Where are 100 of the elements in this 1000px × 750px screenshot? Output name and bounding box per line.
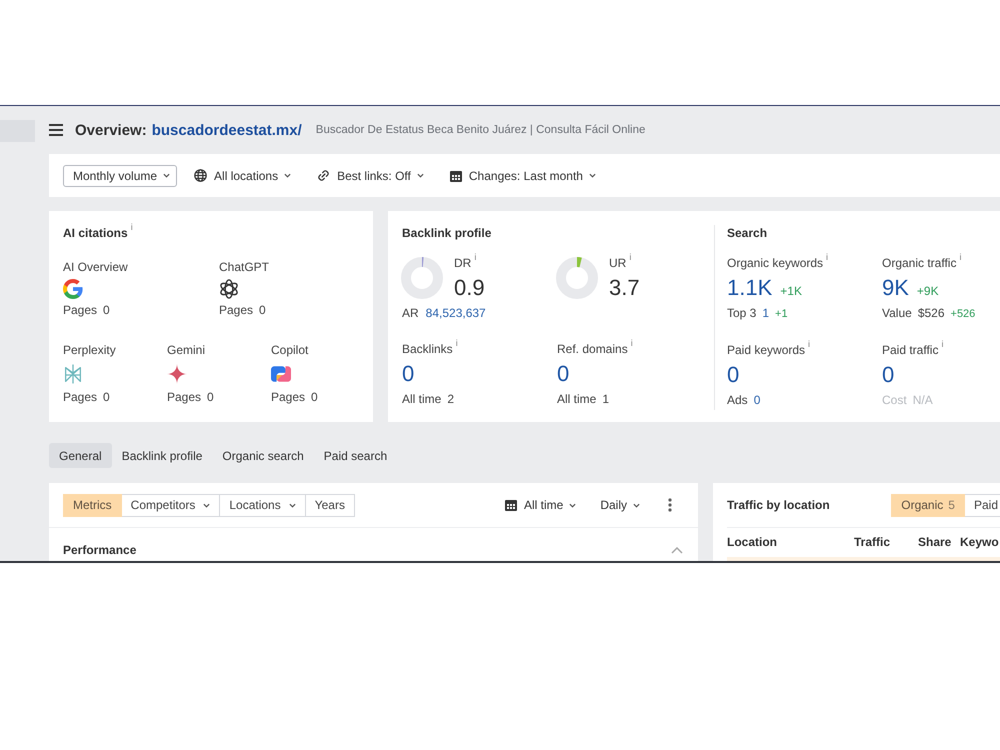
period-dropdown[interactable]: Daily <box>592 494 648 516</box>
chevron-down-icon <box>569 502 576 508</box>
calendar-icon <box>450 170 462 182</box>
lattice-icon <box>63 364 83 384</box>
sub-label: All time <box>557 391 596 407</box>
info-mark: i <box>941 340 944 349</box>
source-name: AI Overview <box>63 259 128 275</box>
ar-label: AR <box>402 305 419 321</box>
metric-value: 3.7 <box>609 275 640 301</box>
sparkle-icon <box>167 364 187 384</box>
column-header: Share <box>918 534 952 550</box>
tab[interactable]: General <box>49 443 112 468</box>
column-header: Traffic <box>854 534 892 550</box>
rating-ring-drawing <box>401 257 443 299</box>
column-header: Keywo <box>960 534 1000 550</box>
column-header: Location <box>727 534 778 550</box>
sub-value[interactable]: 0 <box>754 392 760 408</box>
tab[interactable]: Paid search <box>314 443 398 468</box>
period-dropdown[interactable]: All time <box>496 494 584 516</box>
metric-label: UR <box>609 255 626 271</box>
sub-label: Cost <box>882 392 907 408</box>
section-title: Performance <box>63 542 136 558</box>
metric-label: Backlinks <box>402 341 453 357</box>
info-mark: i <box>826 253 828 262</box>
sub-change: +1 <box>775 307 788 322</box>
segment-tab[interactable]: Metrics <box>63 494 122 516</box>
sub-change: +526 <box>950 307 976 322</box>
card-title: AI citations <box>63 225 128 241</box>
tab[interactable]: Backlink profile <box>112 443 212 468</box>
filter-dropdown[interactable]: Best links: Off <box>308 164 433 186</box>
menu-icon[interactable] <box>49 124 63 136</box>
pages-count: 0 <box>259 302 266 318</box>
pages-count: 0 <box>103 302 110 318</box>
metric-value[interactable]: 0 <box>882 362 894 388</box>
sub-value: 1 <box>602 391 610 407</box>
rating-ring-drawing <box>556 257 598 299</box>
segment-tab[interactable]: Paid <box>964 494 1000 516</box>
metric-label: Organic keywords <box>727 255 824 271</box>
info-mark: i <box>130 223 133 232</box>
metric-label: Paid traffic <box>882 342 938 358</box>
metric-value[interactable]: 0 <box>402 361 414 387</box>
pages-count: 0 <box>207 389 214 405</box>
sub-label: All time <box>402 391 442 407</box>
atom-icon <box>219 279 239 299</box>
segment-tab[interactable]: Organic 5 <box>891 494 965 516</box>
sub-label: Value <box>882 305 912 321</box>
pages-count: 0 <box>103 389 110 405</box>
sub-value: $526 <box>918 305 945 321</box>
sub-value[interactable]: 1 <box>762 305 770 321</box>
segment-tab[interactable]: Years <box>304 494 355 516</box>
more-options-icon[interactable] <box>668 498 672 512</box>
metric-label: Paid keywords <box>727 342 806 358</box>
pages-count: 0 <box>311 389 318 405</box>
info-mark: i <box>808 340 810 349</box>
filter-dropdown[interactable]: Changes: Last month <box>440 164 605 186</box>
info-mark: i <box>959 253 962 262</box>
filter-dropdown[interactable]: Monthly volume <box>63 164 178 186</box>
sub-value: N/A <box>912 392 933 408</box>
metric-value[interactable]: 0 <box>557 361 570 387</box>
metric-label: DR <box>454 255 472 271</box>
section-title: Traffic by location <box>727 497 830 513</box>
chevron-down-icon <box>203 502 210 508</box>
ar-value[interactable]: 84,523,637 <box>426 305 486 321</box>
tab[interactable]: Organic search <box>212 443 314 468</box>
metric-change: +1K <box>780 284 802 298</box>
chevron-down-icon <box>288 502 296 508</box>
source-name: ChatGPT <box>219 259 270 275</box>
section-title: Backlink profile <box>402 225 492 241</box>
ribbon-icon <box>271 364 291 384</box>
section-title: Search <box>727 225 768 241</box>
pages-label: Pages <box>271 389 306 405</box>
source-name: Perplexity <box>63 342 116 358</box>
domain-link[interactable]: buscadordeestat.mx/ <box>152 122 302 138</box>
metric-value[interactable]: 9K <box>882 275 909 301</box>
metric-value[interactable]: 0 <box>727 362 740 388</box>
link-icon <box>317 169 330 182</box>
page-subtitle: Buscador De Estatus Beca Benito Juárez | Consulta Fácil Online <box>316 124 646 136</box>
metric-label: Ref. domains <box>557 341 628 357</box>
sub-value: 2 <box>447 391 454 407</box>
sub-label: Top 3 <box>727 305 756 321</box>
source-name: Copilot <box>271 342 308 358</box>
g-logo-icon <box>63 279 83 299</box>
pages-label: Pages <box>63 389 98 405</box>
segment-tab[interactable]: Competitors <box>120 494 220 516</box>
source-name: Gemini <box>167 342 206 358</box>
chevron-down-icon <box>633 502 640 508</box>
pages-label: Pages <box>219 302 254 318</box>
page-title: Overview: <box>75 122 147 138</box>
pages-label: Pages <box>167 389 202 405</box>
sub-label: Ads <box>727 392 748 408</box>
segment-tab[interactable]: Locations <box>219 494 306 516</box>
info-mark: i <box>474 253 476 262</box>
metric-value[interactable]: 1.1K <box>727 275 772 301</box>
chevron-down-icon <box>416 173 424 178</box>
info-mark: i <box>630 339 633 348</box>
filter-dropdown[interactable]: All locations <box>185 164 300 186</box>
globe-icon <box>194 169 208 182</box>
info-mark: i <box>629 253 632 262</box>
pages-label: Pages <box>63 302 98 318</box>
chevron-down-icon <box>163 173 170 178</box>
